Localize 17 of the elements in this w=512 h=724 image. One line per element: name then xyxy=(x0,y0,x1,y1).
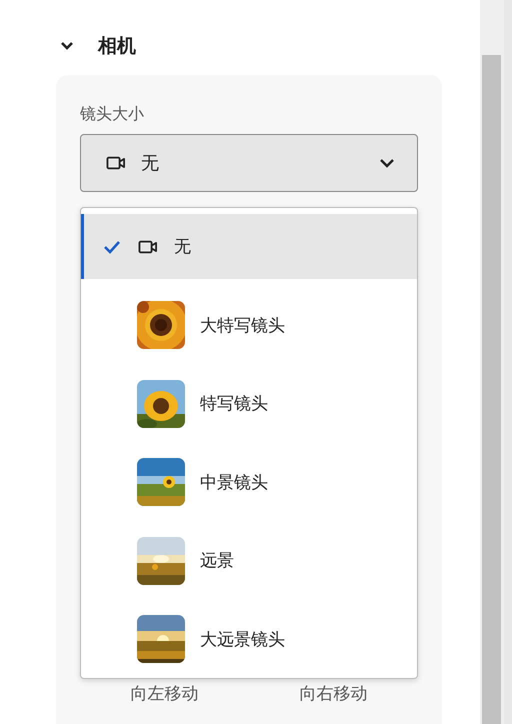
menu-option[interactable]: 特写镜头 xyxy=(81,371,417,436)
menu-option[interactable]: 中景镜头 xyxy=(81,450,417,515)
menu-option[interactable]: 无 xyxy=(81,214,417,279)
chevron-down-icon[interactable] xyxy=(60,41,74,51)
checkmark-icon xyxy=(103,240,121,254)
scrollbar-thumb[interactable] xyxy=(482,55,501,724)
menu-option[interactable]: 远景 xyxy=(81,528,417,594)
menu-option[interactable]: 大远景镜头 xyxy=(81,606,417,672)
section-title: 相机 xyxy=(98,34,136,59)
menu-option[interactable]: 大特写镜头 xyxy=(81,292,417,358)
video-camera-icon xyxy=(105,154,127,172)
move-button[interactable]: 向左移动 xyxy=(80,670,249,717)
dropdown-select[interactable]: 无 xyxy=(80,134,418,192)
move-button[interactable]: 向右移动 xyxy=(249,670,418,717)
caret-icon xyxy=(379,158,395,168)
video-camera-icon xyxy=(137,238,159,256)
field-label: 镜头大小 xyxy=(80,103,145,125)
